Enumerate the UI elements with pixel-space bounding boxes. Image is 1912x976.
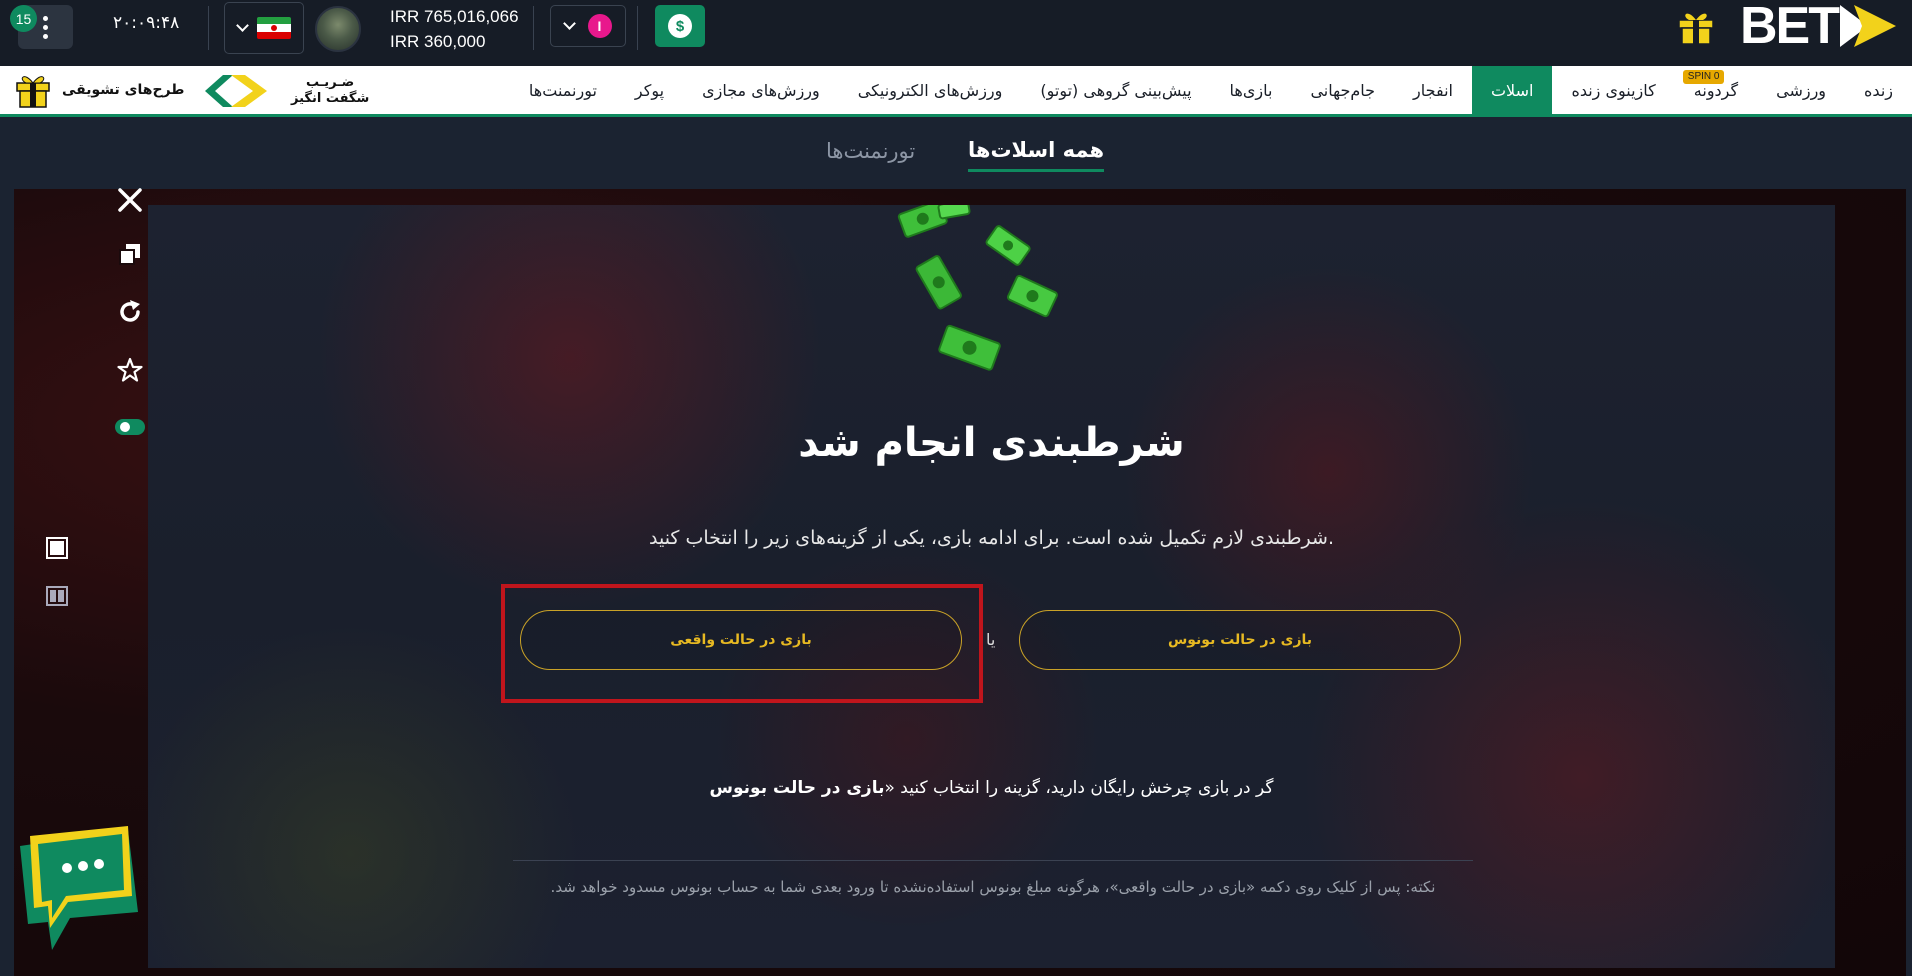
slots-subtabs: همه اسلات‌ها تورنمنت‌ها	[0, 120, 1912, 180]
spin-count-badge: SPIN 0	[1682, 70, 1725, 84]
gift-icon[interactable]	[1675, 6, 1717, 50]
main-nav: طرح‌های تشویقی ضـریـب شگفت انگیز زنده ورز…	[0, 66, 1912, 117]
user-avatar[interactable]	[315, 6, 361, 52]
free-spins-note-text: گر در بازی چرخش رایگان دارید، گزینه را ا…	[884, 778, 1274, 798]
nav-item[interactable]: ورزشی	[1757, 66, 1845, 114]
nav-item-label: اسلات	[1490, 80, 1534, 100]
divider	[533, 6, 534, 50]
deposit-button[interactable]: $	[655, 5, 705, 47]
free-spins-note-bold: بازی در حالت بونوس	[709, 778, 885, 798]
account-indicator: I	[587, 14, 612, 38]
dialog-title: شرطبندی انجام شد	[798, 420, 1185, 466]
nav-item-label: ورزشی	[1776, 80, 1827, 100]
single-window-icon	[46, 537, 68, 559]
support-chat-button[interactable]	[12, 826, 138, 954]
nav-item[interactable]: جام‌جهانی	[1291, 66, 1394, 114]
nav-item-label: کازینوی زنده	[1571, 80, 1656, 100]
nav-item[interactable]: گردونه SPIN 0	[1675, 66, 1757, 114]
nav-item-label: ورزش‌های الکترونیکی	[857, 80, 1003, 100]
nav-item[interactable]: پیش‌بینی گروهی (توتو)	[1021, 66, 1210, 114]
nav-item[interactable]: کازینوی زنده	[1552, 66, 1674, 114]
promotions-link[interactable]: طرح‌های تشویقی	[14, 72, 184, 108]
promo-line-2: شگفت انگیز	[291, 91, 370, 106]
chat-icon	[20, 826, 138, 950]
account-switch-button[interactable]: I	[550, 5, 626, 47]
chevron-down-icon	[235, 19, 249, 32]
gift-icon	[16, 76, 50, 108]
toggle-icon	[115, 419, 145, 435]
language-selector[interactable]	[224, 2, 304, 54]
brand-logo[interactable]: BET	[1740, 0, 1898, 52]
nav-item[interactable]: پوکر	[616, 66, 683, 114]
clock: ۲۰:۰۹:۴۸	[113, 13, 180, 33]
split-view-button[interactable]	[34, 576, 80, 616]
play-bonus-mode-button[interactable]: بازی در حالت بونوس	[1019, 610, 1461, 670]
or-separator: یا	[986, 630, 996, 649]
single-view-button[interactable]	[34, 528, 80, 568]
bonus-lock-note: نکته: پس از کلیک روی دکمه «بازی در حالت …	[550, 878, 1436, 896]
divider	[637, 6, 638, 50]
nav-item-label: ورزش‌های مجازی	[702, 80, 820, 100]
multiplier-promo-text: ضـریـب شگفت انگیز	[291, 75, 369, 107]
nav-item-label: زنده	[1864, 80, 1893, 100]
promo-line-1: ضـریـب	[306, 75, 355, 90]
nav-item[interactable]: زنده	[1845, 66, 1912, 114]
nav-item[interactable]: تورنمنت‌ها	[510, 66, 616, 114]
multiplier-promo-banner[interactable]: ضـریـب شگفت انگیز	[203, 72, 369, 110]
nav-item-label: پیش‌بینی گروهی (توتو)	[1040, 80, 1192, 100]
menu-dots-icon	[43, 15, 48, 39]
tab-tournaments[interactable]: تورنمنت‌ها	[826, 130, 915, 172]
brand-arrow-icon	[1840, 5, 1896, 47]
divider	[208, 6, 209, 50]
dialog-description: شرطبندی لازم تکمیل شده است. برای ادامه ب…	[648, 527, 1335, 549]
chevron-arrows-icon	[205, 75, 267, 107]
close-icon	[118, 188, 142, 212]
nav-item-label: انفجار	[1413, 80, 1453, 100]
top-bar: 15 ۲۰:۰۹:۴۸ IRR 765,016,066 IRR 360,000 …	[0, 0, 1912, 66]
nav-item-label: بازی‌ها	[1229, 80, 1273, 100]
nav-item-label: جام‌جهانی	[1310, 80, 1376, 100]
balance-display[interactable]: IRR 765,016,066 IRR 360,000	[390, 4, 519, 54]
chevron-down-icon	[562, 17, 576, 30]
main-balance: IRR 765,016,066	[390, 7, 519, 26]
bonus-balance: IRR 360,000	[390, 32, 486, 51]
refresh-icon	[120, 300, 140, 322]
dollar-icon: $	[668, 14, 692, 38]
tab-all-slots[interactable]: همه اسلات‌ها	[968, 130, 1105, 172]
flying-money-icon	[897, 205, 1058, 371]
fullscreen-icon	[119, 244, 140, 265]
nav-item[interactable]: ورزش‌های مجازی	[683, 66, 839, 114]
nav-items: زنده ورزشی گردونه SPIN 0 کازینوی زنده اسلات ان…	[510, 66, 1912, 114]
star-icon	[117, 357, 143, 382]
brand-name: BET	[1740, 0, 1840, 55]
promotions-label: طرح‌های تشویقی	[62, 82, 185, 98]
nav-item[interactable]: بازی‌ها	[1211, 66, 1292, 114]
nav-item[interactable]: انفجار	[1394, 66, 1472, 114]
nav-item[interactable]: اسلات	[1471, 66, 1553, 114]
game-canvas: شرطبندی انجام شد شرطبندی لازم تکمیل شده …	[148, 205, 1835, 968]
divider	[513, 860, 1473, 861]
split-window-icon	[46, 586, 68, 606]
nav-item-label: تورنمنت‌ها	[528, 80, 597, 100]
notification-count-badge: 15	[10, 5, 37, 32]
free-spins-note: گر در بازی چرخش رایگان دارید، گزینه را ا…	[148, 778, 1835, 798]
nav-item[interactable]: ورزش‌های الکترونیکی	[839, 66, 1022, 114]
highlight-outline	[501, 584, 983, 703]
iran-flag-icon	[256, 17, 291, 39]
nav-item-label: پوکر	[634, 80, 665, 100]
